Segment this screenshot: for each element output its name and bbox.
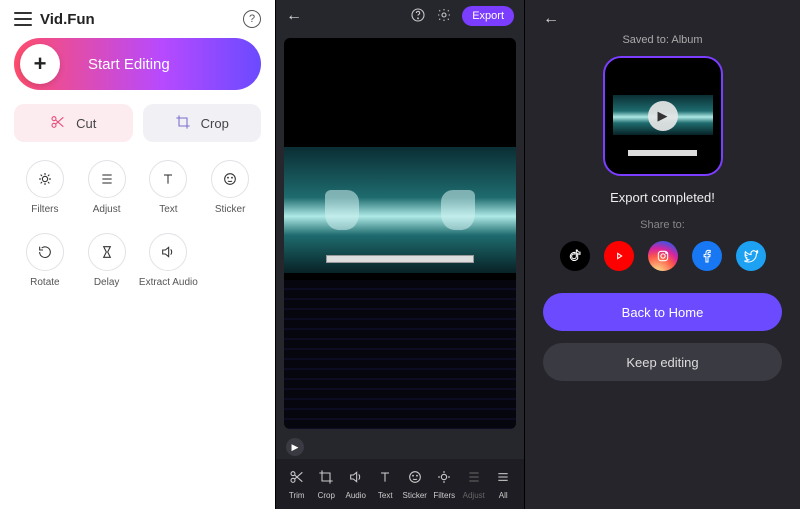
extract-audio-icon	[149, 233, 187, 271]
share-facebook[interactable]	[692, 241, 722, 271]
cut-crop-row: Cut Crop	[14, 104, 261, 142]
scissors-icon	[50, 114, 66, 133]
playbar: ▶	[276, 435, 524, 459]
cut-button[interactable]: Cut	[14, 104, 133, 142]
editor-tool-adjust[interactable]: Adjust	[459, 469, 489, 500]
text-icon	[149, 160, 187, 198]
tool-label: Delay	[94, 277, 120, 288]
tool-label: Adjust	[463, 491, 485, 500]
tool-text[interactable]: Text	[138, 160, 200, 215]
tool-label: Audio	[346, 491, 366, 500]
sticker-icon	[407, 469, 423, 488]
menu-icon[interactable]	[14, 12, 32, 26]
back-icon[interactable]: ←	[286, 7, 302, 25]
keep-editing-label: Keep editing	[626, 355, 698, 370]
adjust-icon	[466, 469, 482, 488]
settings-icon[interactable]	[436, 7, 452, 26]
tool-label: Sticker	[403, 491, 427, 500]
editor-tool-audio[interactable]: Audio	[341, 469, 371, 500]
share-twitter[interactable]	[736, 241, 766, 271]
tool-label: Crop	[318, 491, 335, 500]
sticker-icon	[211, 160, 249, 198]
editor-tool-crop[interactable]: Crop	[312, 469, 342, 500]
tool-label: Rotate	[30, 277, 59, 288]
back-icon[interactable]: ←	[543, 10, 559, 28]
keep-editing-button[interactable]: Keep editing	[543, 343, 782, 381]
editor-tool-filters[interactable]: Filters	[430, 469, 460, 500]
crop-label: Crop	[201, 116, 229, 131]
video-frame	[284, 147, 516, 272]
tool-delay[interactable]: Delay	[76, 233, 138, 288]
tool-sticker[interactable]: Sticker	[199, 160, 261, 215]
share-tiktok[interactable]	[560, 241, 590, 271]
delay-icon	[88, 233, 126, 271]
start-editing-label: Start Editing	[88, 56, 170, 73]
tool-adjust[interactable]: Adjust	[76, 160, 138, 215]
editor-toolbar: Trim Crop Audio Text Sticker Filters Adj…	[276, 459, 524, 509]
tool-extract-audio[interactable]: Extract Audio	[138, 233, 200, 288]
editor-tool-sticker[interactable]: Sticker	[400, 469, 430, 500]
tool-label: Filters	[433, 491, 455, 500]
editor-tool-trim[interactable]: Trim	[282, 469, 312, 500]
tool-label: Adjust	[93, 204, 121, 215]
app-title: Vid.Fun	[40, 11, 95, 28]
tool-label: Filters	[31, 204, 58, 215]
editor-topbar: ← Export	[276, 0, 524, 32]
play-icon: ▶	[648, 101, 678, 131]
help-icon[interactable]: ?	[243, 10, 261, 28]
rotate-icon	[26, 233, 64, 271]
share-instagram[interactable]	[648, 241, 678, 271]
filters-icon	[26, 160, 64, 198]
filters-icon	[436, 469, 452, 488]
share-to-label: Share to:	[640, 219, 685, 231]
editor-panel: ← Export ▶ Trim Crop	[275, 0, 525, 509]
back-to-home-button[interactable]: Back to Home	[543, 293, 782, 331]
home-header: Vid.Fun ?	[14, 10, 261, 28]
crop-icon	[175, 114, 191, 133]
share-row	[560, 241, 766, 271]
crop-button[interactable]: Crop	[143, 104, 262, 142]
export-thumbnail[interactable]: ▶	[603, 56, 723, 176]
audio-icon	[348, 469, 364, 488]
editor-tool-all[interactable]: All	[489, 469, 519, 500]
video-preview[interactable]	[284, 38, 516, 429]
back-to-home-label: Back to Home	[622, 305, 704, 320]
export-label: Export	[472, 10, 504, 22]
tool-label: All	[499, 491, 508, 500]
text-icon	[377, 469, 393, 488]
tool-filters[interactable]: Filters	[14, 160, 76, 215]
saved-to-label: Saved to: Album	[622, 34, 702, 46]
export-completed-label: Export completed!	[610, 190, 715, 205]
tool-label: Sticker	[215, 204, 246, 215]
share-youtube[interactable]	[604, 241, 634, 271]
play-icon[interactable]: ▶	[286, 438, 304, 456]
tool-rotate[interactable]: Rotate	[14, 233, 76, 288]
export-panel: ← Saved to: Album ▶ Export completed! Sh…	[525, 0, 800, 509]
tool-label: Text	[159, 204, 177, 215]
tool-label: Trim	[289, 491, 305, 500]
tool-label: Text	[378, 491, 393, 500]
home-panel: Vid.Fun ? + Start Editing Cut Crop Filte…	[0, 0, 275, 509]
scissors-icon	[289, 469, 305, 488]
all-icon	[495, 469, 511, 488]
help-icon[interactable]	[410, 7, 426, 26]
tool-label: Extract Audio	[139, 277, 198, 288]
export-button[interactable]: Export	[462, 6, 514, 26]
crop-icon	[318, 469, 334, 488]
plus-icon: +	[20, 44, 60, 84]
tool-grid: Filters Adjust Text Sticker Rotate	[14, 160, 261, 288]
cut-label: Cut	[76, 116, 96, 131]
start-editing-button[interactable]: + Start Editing	[14, 38, 261, 90]
editor-tool-text[interactable]: Text	[371, 469, 401, 500]
adjust-icon	[88, 160, 126, 198]
